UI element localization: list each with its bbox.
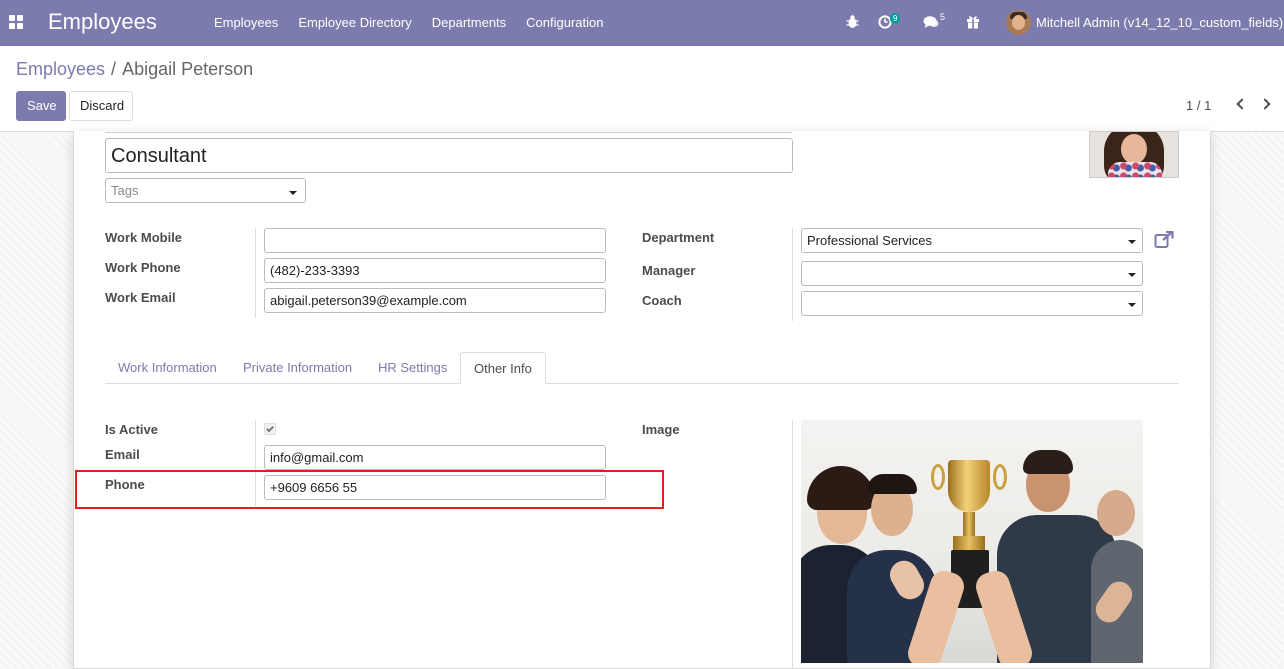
manager-select[interactable]: [801, 261, 1143, 286]
breadcrumb-employees-link[interactable]: Employees: [16, 59, 105, 79]
breadcrumb-current: Abigail Peterson: [122, 59, 254, 79]
tags-dropdown-icon: [289, 191, 297, 195]
is-active-checkbox[interactable]: [264, 423, 276, 435]
menu-configuration[interactable]: Configuration: [516, 0, 613, 46]
checkmark-icon: [266, 424, 274, 433]
field-separator: [792, 420, 793, 669]
pager-value[interactable]: 1 / 1: [1186, 98, 1211, 113]
activity-count-badge: 9: [890, 13, 901, 24]
top-navbar: Employees Employees Employee Directory D…: [0, 0, 1284, 46]
department-select[interactable]: Professional Services: [801, 228, 1143, 253]
work-phone-input[interactable]: (482)-233-3393: [264, 258, 606, 283]
manager-label: Manager: [642, 263, 696, 278]
pager-previous-button[interactable]: [1235, 96, 1249, 114]
field-separator: [255, 228, 256, 318]
tags-placeholder: Tags: [111, 183, 139, 198]
is-active-label: Is Active: [105, 422, 158, 437]
work-email-label: Work Email: [105, 290, 176, 305]
app-menu-icon[interactable]: [9, 15, 23, 29]
work-mobile-input[interactable]: [264, 228, 606, 253]
discard-button[interactable]: Discard: [69, 91, 133, 121]
tab-other-info[interactable]: Other Info: [460, 352, 546, 384]
manager-dropdown-icon: [1128, 273, 1136, 277]
tags-input[interactable]: Tags: [105, 178, 306, 203]
bug-icon[interactable]: [846, 14, 859, 29]
user-menu[interactable]: Mitchell Admin (v14_12_10_custom_fields): [1036, 15, 1283, 30]
chevron-right-icon: [1259, 98, 1271, 110]
tab-hr-settings[interactable]: HR Settings: [365, 352, 460, 384]
pager-next-button[interactable]: [1259, 96, 1274, 114]
breadcrumb: Employees / Abigail Peterson: [16, 59, 253, 80]
email-input[interactable]: info@gmail.com: [264, 445, 606, 470]
name-field-underline: [105, 131, 792, 133]
user-avatar[interactable]: [1006, 10, 1031, 35]
menu-employees[interactable]: Employees: [204, 0, 288, 46]
main-menu: Employees Employee Directory Departments…: [204, 0, 614, 46]
coach-label: Coach: [642, 293, 682, 308]
trophy-image[interactable]: [801, 420, 1143, 663]
gift-icon[interactable]: [966, 14, 980, 29]
breadcrumb-separator: /: [111, 59, 117, 79]
job-title-input[interactable]: Consultant: [105, 138, 793, 173]
department-dropdown-icon: [1128, 240, 1136, 244]
messages-count-badge: 5: [940, 12, 946, 22]
department-value: Professional Services: [807, 233, 932, 248]
chevron-left-icon: [1236, 98, 1248, 110]
employee-photo[interactable]: [1089, 131, 1179, 178]
phone-highlight-box: [75, 470, 664, 509]
work-email-input[interactable]: abigail.peterson39@example.com: [264, 288, 606, 313]
work-mobile-label: Work Mobile: [105, 230, 183, 245]
coach-dropdown-icon: [1128, 303, 1136, 307]
image-label: Image: [642, 422, 680, 437]
external-link-icon[interactable]: [1154, 231, 1174, 249]
work-phone-label: Work Phone: [105, 260, 181, 275]
department-label: Department: [642, 230, 715, 245]
email-label: Email: [105, 447, 140, 462]
field-separator: [792, 228, 793, 321]
app-brand[interactable]: Employees: [48, 9, 157, 35]
save-button[interactable]: Save: [16, 91, 66, 121]
menu-departments[interactable]: Departments: [422, 0, 516, 46]
coach-select[interactable]: [801, 291, 1143, 316]
tab-work-information[interactable]: Work Information: [105, 352, 230, 384]
menu-employee-directory[interactable]: Employee Directory: [288, 0, 421, 46]
tab-private-information[interactable]: Private Information: [230, 352, 365, 384]
